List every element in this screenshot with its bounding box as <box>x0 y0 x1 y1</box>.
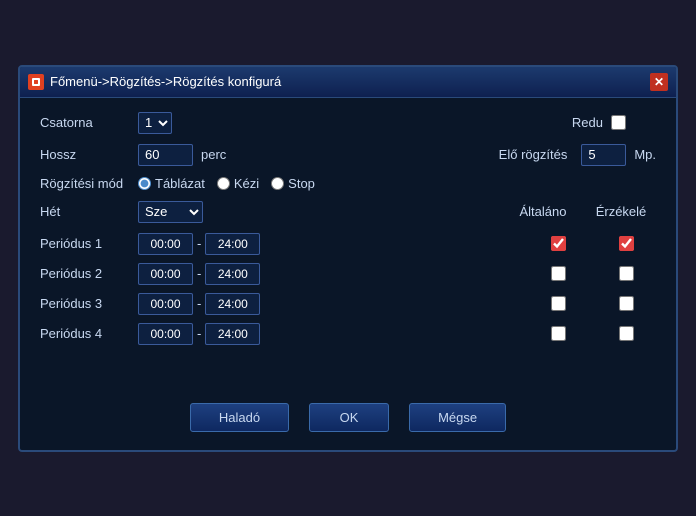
csatorna-select[interactable]: 1 2 3 4 <box>138 112 172 134</box>
dash-2: - <box>197 266 201 281</box>
close-button[interactable]: ✕ <box>650 73 668 91</box>
hossz-input[interactable] <box>138 144 193 166</box>
period-1-altalano[interactable] <box>551 236 566 251</box>
period-3-start[interactable] <box>138 293 193 315</box>
dash-1: - <box>197 236 201 251</box>
period-3-altalano-cell <box>528 296 588 311</box>
hossz-row: Hossz perc Elő rögzítés Mp. <box>40 144 656 166</box>
csatorna-label: Csatorna <box>40 115 130 130</box>
hossz-label: Hossz <box>40 147 130 162</box>
mod-tablazat-radio[interactable]: Táblázat <box>138 176 205 191</box>
perc-unit: perc <box>201 147 226 162</box>
period-4-start[interactable] <box>138 323 193 345</box>
mod-kezi-radio[interactable]: Kézi <box>217 176 259 191</box>
redund-label: Redu <box>572 115 603 130</box>
het-row: Hét Sze Hét Ked Csü Pén Szo Vas Általáno… <box>40 201 656 223</box>
footer: Haladó OK Mégse <box>20 387 676 450</box>
period-4-end[interactable] <box>205 323 260 345</box>
form-content: Csatorna 1 2 3 4 Redu Hossz perc Elő rög… <box>20 98 676 367</box>
period-1-time-range: - <box>138 233 260 255</box>
period-2-erzekele-cell <box>596 266 656 281</box>
period-4-time-range: - <box>138 323 260 345</box>
period-4-erzekele-cell <box>596 326 656 341</box>
title-bar-left: Főmenü->Rögzítés->Rögzítés konfigurá <box>28 74 281 90</box>
period-row-2: Periódus 2 - <box>40 263 656 285</box>
main-window: Főmenü->Rögzítés->Rögzítés konfigurá ✕ C… <box>18 65 678 452</box>
period-1-erzekele[interactable] <box>619 236 634 251</box>
period-1-start[interactable] <box>138 233 193 255</box>
redund-checkbox[interactable] <box>611 115 626 130</box>
erzekele-header: Érzékelé <box>586 204 656 219</box>
period-2-erzekele[interactable] <box>619 266 634 281</box>
period-2-end[interactable] <box>205 263 260 285</box>
period-row-4: Periódus 4 - <box>40 323 656 345</box>
period-1-erzekele-cell <box>596 236 656 251</box>
period-3-altalano[interactable] <box>551 296 566 311</box>
period-1-end[interactable] <box>205 233 260 255</box>
period-2-start[interactable] <box>138 263 193 285</box>
elo-rogzites-label: Elő rögzítés <box>499 147 568 162</box>
period-4-altalano[interactable] <box>551 326 566 341</box>
periods-container: Periódus 1 - Periódus 2 <box>40 233 656 345</box>
ok-button[interactable]: OK <box>309 403 389 432</box>
period-row-1: Periódus 1 - <box>40 233 656 255</box>
altalano-header: Általáno <box>508 204 578 219</box>
mod-radio-group: Táblázat Kézi Stop <box>138 176 315 191</box>
period-1-altalano-cell <box>528 236 588 251</box>
period-4-altalano-cell <box>528 326 588 341</box>
het-label: Hét <box>40 204 130 219</box>
period-4-erzekele[interactable] <box>619 326 634 341</box>
period-4-label: Periódus 4 <box>40 326 130 341</box>
period-3-label: Periódus 3 <box>40 296 130 311</box>
rogzitesi-mod-label: Rögzítési mód <box>40 176 130 191</box>
period-3-erzekele-cell <box>596 296 656 311</box>
megse-button[interactable]: Mégse <box>409 403 506 432</box>
period-2-altalano[interactable] <box>551 266 566 281</box>
period-2-altalano-cell <box>528 266 588 281</box>
het-select[interactable]: Sze Hét Ked Csü Pén Szo Vas <box>138 201 203 223</box>
mp-unit: Mp. <box>634 147 656 162</box>
period-2-time-range: - <box>138 263 260 285</box>
rogzitesi-mod-row: Rögzítési mód Táblázat Kézi Stop <box>40 176 656 191</box>
period-1-label: Periódus 1 <box>40 236 130 251</box>
period-2-label: Periódus 2 <box>40 266 130 281</box>
period-row-3: Periódus 3 - <box>40 293 656 315</box>
record-icon <box>28 74 44 90</box>
window-title: Főmenü->Rögzítés->Rögzítés konfigurá <box>50 74 281 89</box>
csatorna-row: Csatorna 1 2 3 4 Redu <box>40 112 656 134</box>
mod-stop-radio[interactable]: Stop <box>271 176 315 191</box>
period-3-time-range: - <box>138 293 260 315</box>
dash-3: - <box>197 296 201 311</box>
mod-kezi-label: Kézi <box>234 176 259 191</box>
elo-rogzites-input[interactable] <box>581 144 626 166</box>
period-3-end[interactable] <box>205 293 260 315</box>
mod-stop-label: Stop <box>288 176 315 191</box>
title-bar: Főmenü->Rögzítés->Rögzítés konfigurá ✕ <box>20 67 676 98</box>
halado-button[interactable]: Haladó <box>190 403 289 432</box>
dash-4: - <box>197 326 201 341</box>
mod-tablazat-label: Táblázat <box>155 176 205 191</box>
period-3-erzekele[interactable] <box>619 296 634 311</box>
